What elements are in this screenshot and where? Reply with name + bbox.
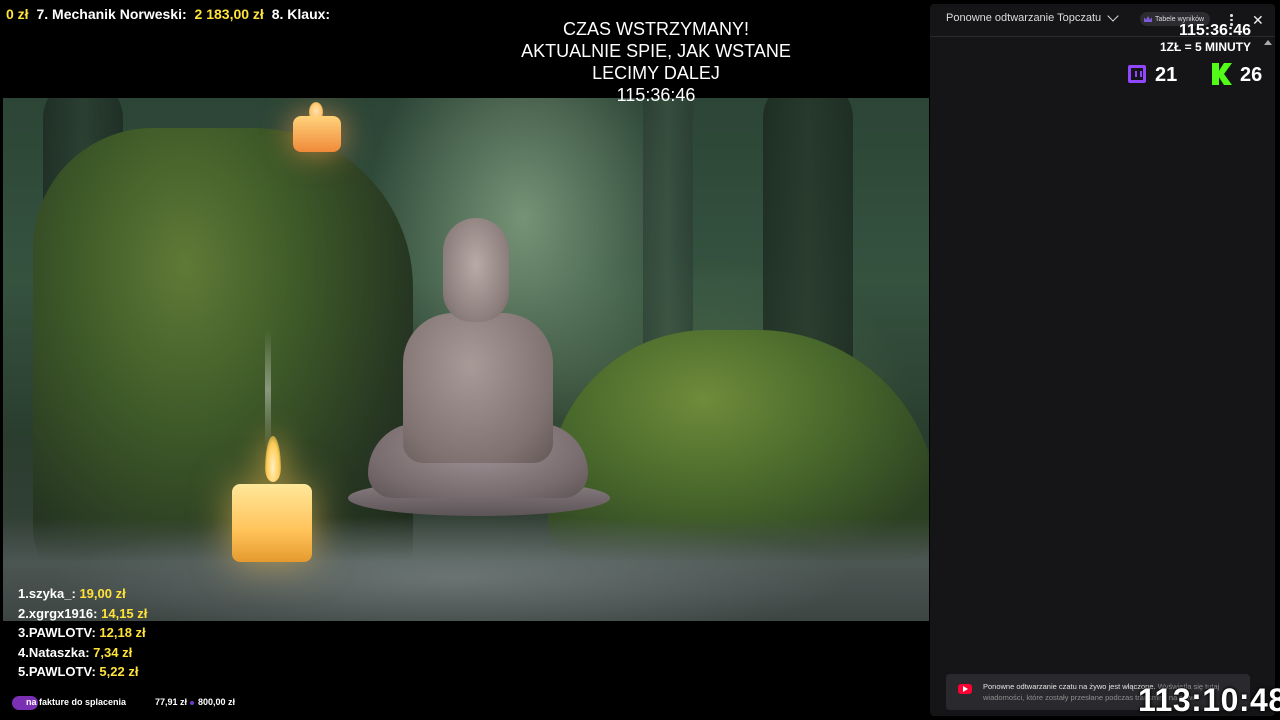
list-item: 2.xgrgx1916: 14,15 zł (18, 605, 148, 621)
chat-title-label: Ponowne odtwarzanie Topczatu (946, 12, 1102, 24)
notice-text: Ponowne odtwarzanie czatu na żywo jest w… (983, 682, 1156, 691)
ticker-rank: 8. (271, 6, 284, 22)
twitch-viewer-count: 21 (1155, 64, 1178, 86)
rate-info: 1ZŁ = 5 MINUTY (1159, 40, 1251, 54)
ticker-amount: 2 183,00 zł (194, 6, 264, 22)
elapsed-timer: 113:10:48 (1138, 682, 1280, 718)
list-item: 4.Nataszka: 7,34 zł (18, 644, 133, 660)
timer-paused-message: CZAS WSTRZYMANY! AKTUALNIE SPIE, JAK WST… (480, 18, 832, 106)
kick-icon (1212, 63, 1232, 85)
goal-target: 800,00 zł (198, 697, 236, 707)
goal-current: 77,91 zł (155, 697, 188, 707)
goal-label: na fakture do splacenia (26, 697, 127, 707)
video-player[interactable]: 0 zł 7. Mechanik Norweski: 2 183,00 zł 8… (0, 0, 930, 720)
kick-viewer-count: 26 (1240, 64, 1263, 86)
top-donors-list: 1.szyka_: 19,00 zł 2.xgrgx1916: 14,15 zł… (18, 584, 147, 682)
list-item: 1.szyka_: 19,00 zł (18, 586, 126, 601)
pause-line: CZAS WSTRZYMANY! (562, 19, 749, 39)
scroll-up-icon[interactable] (1264, 40, 1272, 45)
pause-line: AKTUALNIE SPIE, JAK WSTANE (521, 41, 791, 61)
ticker-name: Klaux: (287, 6, 331, 22)
donation-goal-bar: na fakture do splacenia 77,91 zł 800,00 … (10, 694, 250, 710)
incense-smoke (265, 330, 271, 450)
twitch-icon (1128, 65, 1146, 83)
chevron-down-icon (1107, 10, 1119, 22)
list-item: 5.PAWLOTV: 5,22 zł (18, 664, 139, 679)
youtube-icon (958, 684, 972, 694)
video-frame (3, 98, 929, 621)
candle (232, 484, 312, 562)
chat-panel: Ponowne odtwarzanie Topczatu Tabele wyni… (930, 4, 1275, 716)
subathon-timer: 115:36:46 (1178, 22, 1252, 39)
ticker-name: Mechanik Norweski: (52, 6, 187, 22)
donation-ticker: 0 zł 7. Mechanik Norweski: 2 183,00 zł 8… (6, 6, 334, 26)
crown-icon (1144, 16, 1152, 22)
buddha-statue (348, 218, 613, 518)
ticker-rank: 7. (36, 6, 49, 22)
chat-mode-dropdown[interactable]: Ponowne odtwarzanie Topczatu (946, 10, 1119, 24)
viewer-counts: 21 26 (1124, 62, 1269, 90)
pause-time: 115:36:46 (616, 85, 696, 105)
list-item: 3.PAWLOTV: 12,18 zł (18, 625, 146, 640)
pause-line: LECIMY DALEJ (592, 63, 720, 83)
goal-separator (190, 701, 194, 705)
ticker-amount: 0 zł (6, 6, 29, 22)
candle (293, 116, 341, 152)
